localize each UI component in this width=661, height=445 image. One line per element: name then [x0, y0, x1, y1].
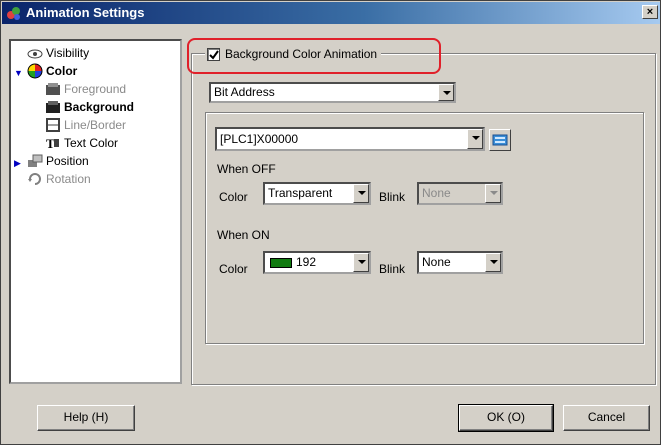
tree-item-rotation[interactable]: Rotation	[27, 169, 91, 187]
collapsed-arrow-icon[interactable]: ▶	[14, 158, 24, 168]
tree-label-position: Position	[46, 153, 89, 168]
keypad-icon	[492, 134, 508, 146]
mode-select[interactable]: Bit Address	[209, 82, 456, 103]
title-bar[interactable]: Animation Settings ×	[2, 2, 660, 24]
color-wheel-icon	[27, 63, 43, 79]
cancel-button[interactable]: Cancel	[563, 405, 650, 431]
ok-button[interactable]: OK (O)	[458, 404, 554, 432]
svg-text:T: T	[46, 136, 55, 151]
help-button[interactable]: Help (H)	[37, 405, 135, 431]
animation-settings-window: Animation Settings × Visibility ▼ Color …	[0, 0, 661, 445]
expanded-arrow-icon[interactable]: ▼	[14, 68, 24, 78]
tree-item-visibility[interactable]: Visibility	[27, 43, 89, 61]
off-blink-select[interactable]: None	[417, 182, 503, 205]
tree-label-text-color: Text Color	[64, 135, 119, 150]
on-blink-value: None	[422, 255, 451, 269]
window-title: Animation Settings	[26, 5, 145, 20]
tree-label-rotation: Rotation	[46, 171, 91, 186]
foreground-icon	[46, 82, 60, 95]
checkbox-label: Background Color Animation	[225, 47, 378, 61]
tree-item-foreground[interactable]: Foreground	[45, 79, 126, 97]
checkbox-checked-icon[interactable]	[207, 48, 220, 62]
tree-item-text-color[interactable]: T Text Color	[45, 133, 118, 151]
close-button[interactable]: ×	[642, 5, 658, 19]
address-input-button[interactable]	[489, 129, 511, 151]
address-select-value: [PLC1]X00000	[220, 132, 299, 146]
dropdown-arrow-icon[interactable]	[485, 184, 501, 203]
on-color-select[interactable]: 192	[263, 251, 371, 274]
on-color-label: Color	[219, 262, 248, 276]
off-color-label: Color	[219, 190, 248, 204]
tree-label-visibility: Visibility	[46, 45, 90, 60]
when-on-heading: When ON	[217, 228, 270, 242]
off-color-select[interactable]: Transparent	[263, 182, 371, 205]
on-color-value: 192	[296, 255, 317, 269]
off-blink-value: None	[422, 186, 451, 200]
tree-label-color: Color	[46, 63, 78, 78]
color-swatch	[270, 257, 292, 268]
text-color-icon: T	[46, 136, 59, 151]
tree-item-color[interactable]: Color	[27, 61, 77, 79]
tree-label-background: Background	[64, 99, 135, 114]
dropdown-arrow-icon[interactable]	[438, 84, 454, 101]
category-tree[interactable]: Visibility ▼ Color Foreground Background…	[9, 39, 182, 384]
dropdown-arrow-icon[interactable]	[485, 253, 501, 272]
dropdown-arrow-icon[interactable]	[353, 253, 369, 272]
rotation-icon	[28, 172, 41, 185]
tree-label-line-border: Line/Border	[64, 117, 127, 132]
off-blink-label: Blink	[379, 190, 406, 204]
background-animation-checkbox[interactable]: Background Color Animation	[205, 45, 382, 63]
visibility-icon	[27, 49, 43, 59]
animation-app-icon	[7, 7, 20, 20]
position-icon	[28, 154, 43, 167]
tree-item-background[interactable]: Background	[45, 97, 134, 115]
on-blink-select[interactable]: None	[417, 251, 503, 274]
tree-item-line-border[interactable]: Line/Border	[45, 115, 126, 133]
background-icon	[46, 100, 60, 113]
dropdown-arrow-icon[interactable]	[467, 129, 483, 149]
tree-label-foreground: Foreground	[64, 81, 127, 96]
line-border-icon	[46, 117, 60, 132]
mode-select-value: Bit Address	[214, 85, 275, 99]
on-blink-label: Blink	[379, 262, 406, 276]
dropdown-arrow-icon[interactable]	[353, 184, 369, 203]
address-select[interactable]: [PLC1]X00000	[215, 127, 485, 151]
off-color-value: Transparent	[268, 186, 333, 200]
tree-item-position[interactable]: Position	[27, 151, 89, 169]
when-off-heading: When OFF	[217, 162, 276, 176]
